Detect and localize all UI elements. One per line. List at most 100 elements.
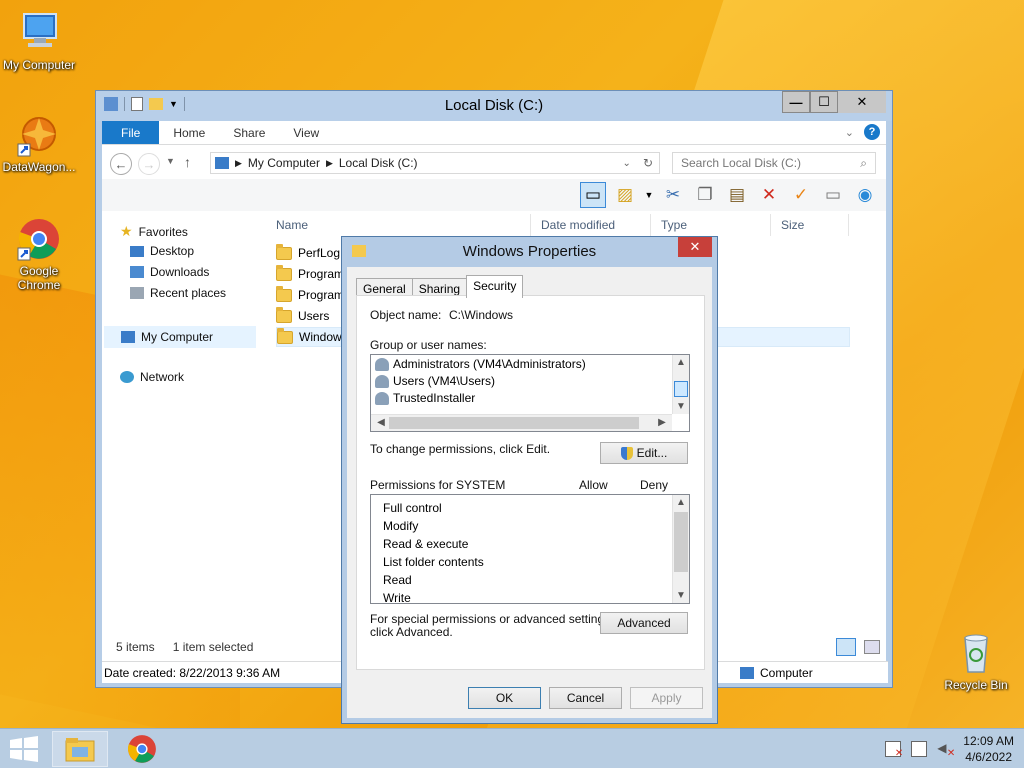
minimize-button[interactable]: —: [782, 91, 810, 113]
dialog-close-button[interactable]: ✕: [678, 237, 712, 257]
datawagon-icon: [16, 112, 62, 158]
rename-icon[interactable]: ▭: [820, 182, 846, 208]
paste-icon[interactable]: ▤: [724, 182, 750, 208]
nav-network[interactable]: Network: [120, 370, 184, 384]
dropdown-arrow-icon[interactable]: ▼: [644, 182, 654, 208]
scroll-thumb[interactable]: [674, 512, 688, 572]
up-arrow-icon[interactable]: ↑: [184, 154, 191, 170]
scroll-thumb[interactable]: [389, 417, 639, 429]
large-icons-view-icon[interactable]: [864, 640, 880, 654]
maximize-button[interactable]: ☐: [810, 91, 838, 113]
help-icon[interactable]: ?: [864, 124, 880, 140]
scroll-thumb[interactable]: [674, 381, 688, 397]
column-size[interactable]: Size: [771, 214, 849, 236]
start-button[interactable]: [8, 735, 40, 763]
column-date-modified[interactable]: Date modified: [531, 214, 651, 236]
tab-security[interactable]: Security: [466, 275, 524, 298]
desktop-icon-chrome[interactable]: Google Chrome: [0, 216, 78, 292]
permissions-for-label: Permissions for SYSTEM: [370, 478, 506, 492]
folder-icon: [276, 285, 292, 302]
file-row[interactable]: PerfLog: [276, 243, 340, 263]
scroll-down-icon[interactable]: ▼: [673, 401, 689, 412]
desktop-icon-recycle-bin[interactable]: Recycle Bin: [936, 630, 1016, 692]
checkmark-icon[interactable]: ✓: [788, 182, 814, 208]
desktop-icon-label: Google Chrome: [17, 264, 61, 292]
list-item[interactable]: TrustedInstaller: [375, 391, 475, 405]
apply-button[interactable]: Apply: [630, 687, 703, 709]
back-button[interactable]: ←: [110, 153, 132, 175]
network-icon[interactable]: [911, 741, 928, 757]
taskbar-explorer[interactable]: [52, 731, 108, 767]
volume-icon[interactable]: ◀ ✕: [937, 741, 955, 759]
scroll-right-icon[interactable]: ▶: [654, 417, 670, 428]
nav-favorites[interactable]: ★ Favorites: [120, 223, 188, 240]
command-toolbar: ▭ ▨ ▼ ✂ ❐ ▤ ✕ ✓ ▭ ◉: [102, 179, 886, 211]
permission-row: Modify: [383, 519, 418, 533]
file-name: Program: [298, 267, 345, 281]
allow-column-label: Allow: [579, 478, 608, 492]
share-icon[interactable]: ◉: [852, 182, 878, 208]
address-dropdown-icon[interactable]: ⌄: [623, 158, 631, 169]
scroll-down-icon[interactable]: ▼: [673, 590, 689, 601]
tab-file[interactable]: File: [102, 121, 160, 144]
nav-downloads[interactable]: Downloads: [130, 265, 209, 279]
action-center-icon[interactable]: ✕: [885, 741, 903, 759]
delete-icon[interactable]: ✕: [756, 182, 782, 208]
dialog-titlebar[interactable]: Windows Properties ✕: [342, 237, 717, 267]
recycle-bin-icon: [953, 630, 999, 676]
file-row[interactable]: Program: [276, 285, 344, 305]
advanced-button[interactable]: Advanced: [600, 612, 688, 634]
scroll-up-icon[interactable]: ▲: [673, 357, 689, 368]
address-bar[interactable]: ▶ My Computer ▶ Local Disk (C:) ⌄ ↻: [210, 152, 660, 174]
search-input[interactable]: Search Local Disk (C:) ⌕: [672, 152, 876, 174]
desktop-icon-datawagon[interactable]: DataWagon...: [0, 112, 78, 174]
forward-button[interactable]: →: [138, 153, 160, 175]
cancel-button[interactable]: Cancel: [549, 687, 622, 709]
explorer-titlebar[interactable]: ▼ Local Disk (C:) — ☐ ✕: [96, 91, 892, 121]
scroll-up-icon[interactable]: ▲: [673, 497, 689, 508]
breadcrumb-my-computer[interactable]: My Computer: [248, 156, 320, 170]
recent-places-icon: [130, 287, 144, 299]
group-names-list[interactable]: Administrators (VM4\Administrators) User…: [370, 354, 690, 432]
nav-my-computer[interactable]: My Computer: [104, 326, 256, 348]
details-view-icon[interactable]: [836, 638, 856, 656]
list-item[interactable]: Users (VM4\Users): [375, 374, 495, 388]
recent-locations-icon[interactable]: ▼: [166, 156, 175, 166]
column-name[interactable]: Name: [266, 214, 531, 236]
file-row[interactable]: Program: [276, 264, 344, 284]
computer-icon: [16, 10, 62, 56]
group-name: TrustedInstaller: [393, 391, 476, 405]
horizontal-scrollbar[interactable]: ◀ ▶: [371, 414, 672, 431]
location-info: Computer: [740, 666, 813, 680]
ok-button[interactable]: OK: [468, 687, 541, 709]
scroll-left-icon[interactable]: ◀: [373, 417, 389, 428]
copy-icon[interactable]: ❐: [692, 182, 718, 208]
preview-pane-icon[interactable]: ▭: [580, 182, 606, 208]
edit-label: Edit...: [636, 446, 668, 460]
vertical-scrollbar[interactable]: ▲ ▼: [672, 355, 689, 414]
edit-button[interactable]: Edit...: [600, 442, 688, 464]
breadcrumb-local-disk[interactable]: Local Disk (C:): [339, 156, 418, 170]
tab-home[interactable]: Home: [159, 121, 219, 144]
list-item[interactable]: Administrators (VM4\Administrators): [375, 357, 586, 371]
properties-dialog: Windows Properties ✕ General Sharing Sec…: [341, 236, 718, 724]
taskbar-chrome[interactable]: [114, 731, 170, 767]
permissions-list[interactable]: Full control Modify Read & execute List …: [370, 494, 690, 605]
tab-view[interactable]: View: [279, 121, 333, 144]
select-icon[interactable]: ▨: [612, 182, 638, 208]
search-icon[interactable]: ⌕: [860, 156, 867, 171]
column-type[interactable]: Type: [651, 214, 771, 236]
tab-share[interactable]: Share: [219, 121, 279, 144]
nav-desktop[interactable]: Desktop: [130, 244, 194, 258]
desktop-icon-my-computer[interactable]: My Computer: [0, 10, 78, 72]
refresh-icon[interactable]: ↻: [643, 156, 653, 170]
file-row[interactable]: Users: [276, 306, 329, 326]
close-button[interactable]: ✕: [838, 91, 886, 113]
vertical-scrollbar[interactable]: ▲ ▼: [672, 495, 689, 603]
cut-icon[interactable]: ✂: [660, 182, 686, 208]
clock[interactable]: 12:09 AM 4/6/2022: [963, 733, 1014, 765]
downloads-icon: [130, 266, 144, 278]
expand-ribbon-icon[interactable]: ⌄: [845, 126, 854, 139]
users-icon: [375, 374, 389, 388]
nav-recent-places[interactable]: Recent places: [130, 286, 226, 300]
